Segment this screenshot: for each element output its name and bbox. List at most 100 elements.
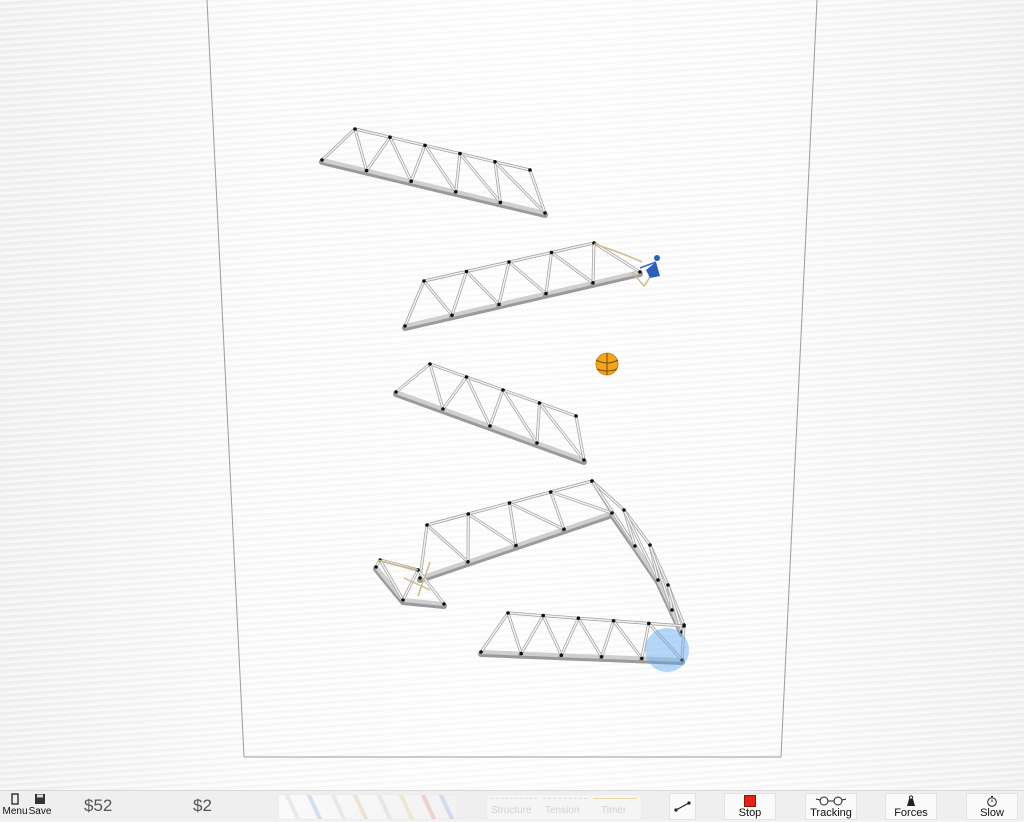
truss-joint — [499, 201, 503, 205]
truss-joint — [466, 512, 470, 516]
truss-joint — [550, 251, 554, 255]
truss-web-hl — [561, 618, 578, 655]
truss-web-hl — [602, 621, 614, 657]
truss-structures — [320, 127, 686, 662]
truss-joint — [454, 190, 458, 194]
forces-label: Forces — [886, 808, 936, 819]
truss-joint — [612, 619, 616, 623]
palette-swatch — [306, 794, 324, 820]
truss-joint — [466, 560, 470, 564]
truss-joint — [488, 424, 492, 428]
truss-joint — [640, 657, 644, 661]
truss-joint — [450, 313, 454, 317]
menu-button[interactable]: Menu — [2, 793, 28, 819]
truss-deck — [468, 546, 516, 562]
truss-joint — [479, 650, 483, 654]
truss-top-chord-hl — [390, 137, 425, 145]
mode-structure[interactable]: Structure — [491, 805, 532, 816]
truss-joint — [465, 270, 469, 274]
menu-label: Menu — [2, 806, 27, 817]
palette-swatch — [376, 794, 394, 820]
truss-joint — [541, 614, 545, 618]
truss-web-hl — [543, 616, 561, 656]
truss-web-hl — [521, 616, 543, 654]
truss-joint — [682, 624, 686, 628]
truss-joint — [409, 179, 413, 183]
budget-total: $52 — [84, 796, 112, 816]
truss-web-hl — [403, 570, 418, 600]
truss-web-hl — [481, 613, 508, 652]
slow-button[interactable]: Slow — [966, 793, 1018, 820]
truss-web-hl — [430, 364, 443, 409]
save-button[interactable]: Save — [27, 793, 53, 819]
truss-top-chord-hl — [424, 272, 467, 282]
truss-joint — [535, 441, 539, 445]
palette-swatch — [438, 794, 456, 820]
forces-button[interactable]: Forces — [885, 793, 937, 820]
truss-joint — [442, 602, 446, 606]
truss-joint — [441, 407, 445, 411]
truss-joint — [549, 490, 553, 494]
truss-web-hl — [508, 613, 521, 654]
truss-joint — [544, 292, 548, 296]
stop-button[interactable]: Stop — [724, 793, 776, 820]
truss-joint — [514, 544, 518, 548]
ball — [596, 353, 618, 375]
truss-joint — [353, 127, 357, 131]
truss-joint — [507, 260, 511, 264]
truss-joint — [374, 565, 378, 569]
truss-web-hl — [468, 514, 516, 546]
material-palette[interactable] — [278, 794, 458, 820]
truss-deck — [564, 513, 612, 529]
game-scene — [0, 0, 1024, 790]
truss-joint — [528, 168, 532, 172]
truss-top-chord-hl — [430, 364, 467, 377]
truss-top-chord-hl — [427, 514, 468, 525]
truss-joint — [401, 598, 405, 602]
truss-joint — [610, 511, 614, 515]
truss-joint — [497, 303, 501, 307]
floppy-disk-icon — [27, 793, 53, 806]
truss-top-chord-hl — [467, 262, 510, 272]
truss-joint — [394, 390, 398, 394]
truss-joint — [458, 152, 462, 156]
truss-deck — [602, 657, 642, 659]
mode-timer[interactable]: Timer — [601, 805, 626, 816]
truss-joint — [423, 144, 427, 148]
palette-swatch — [420, 794, 438, 820]
line-segment-icon — [670, 794, 695, 819]
truss-joint — [590, 479, 594, 483]
truss-web-hl — [452, 272, 467, 316]
truss-joint — [582, 458, 586, 462]
palette-swatch — [284, 794, 302, 820]
truss-top-chord-hl — [355, 129, 390, 137]
truss-web-hl — [322, 129, 355, 160]
structure-mode-line — [491, 798, 537, 805]
truss-joint — [388, 135, 392, 139]
truss-web-hl — [443, 377, 467, 409]
truss-joint — [591, 281, 595, 285]
truss-web-hl — [546, 253, 552, 294]
truss-web-hl — [427, 525, 468, 562]
truss-web-hl — [614, 621, 642, 659]
truss-top-chord-hl — [509, 253, 552, 263]
tension-mode-line — [543, 798, 587, 805]
truss-joint — [422, 279, 426, 283]
tracking-button[interactable]: Tracking — [805, 793, 857, 820]
truss-web-hl — [405, 281, 424, 326]
truss-joint — [403, 324, 407, 328]
truss-joint — [577, 616, 581, 620]
truss-web-hl — [396, 364, 430, 392]
truss-deck — [521, 654, 561, 656]
slow-label: Slow — [967, 808, 1017, 819]
truss-joint — [508, 501, 512, 505]
truss-web-hl — [510, 503, 517, 546]
line-tool-button[interactable] — [669, 793, 696, 820]
mode-tension[interactable]: Tension — [545, 805, 579, 816]
anchor-marker[interactable] — [645, 628, 689, 672]
palette-swatch — [398, 794, 416, 820]
truss-joint — [418, 576, 422, 580]
timer-mode-line — [593, 798, 637, 805]
truss-web-hl — [490, 390, 503, 426]
truss-web-hl — [509, 262, 546, 294]
